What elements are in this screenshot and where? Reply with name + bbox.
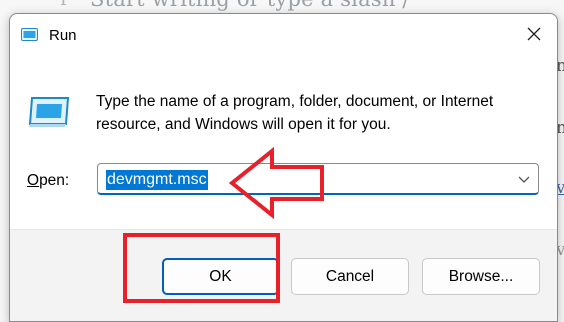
close-icon (527, 27, 541, 41)
dialog-title: Run (49, 27, 77, 44)
open-label-accelerator: O (27, 172, 40, 189)
open-input-value[interactable]: devmgmt.msc (106, 170, 208, 190)
button-bar: OK Cancel Browse... (10, 229, 557, 321)
chevron-down-icon[interactable] (518, 174, 530, 184)
open-label: Open: (27, 172, 69, 190)
dialog-description: Type the name of a program, folder, docu… (96, 93, 494, 133)
left-arrow-annotation-icon (228, 147, 324, 219)
ok-highlight-annotation (123, 233, 280, 303)
open-label-text: pen: (39, 172, 70, 189)
run-icon (28, 97, 70, 127)
close-button[interactable] (511, 14, 557, 54)
cancel-button[interactable]: Cancel (291, 258, 409, 295)
editor-placeholder: Start writing or type a slash / (90, 0, 410, 11)
browse-button[interactable]: Browse... (422, 258, 540, 295)
title-bar[interactable]: Run (10, 14, 557, 56)
run-app-icon (21, 28, 38, 41)
paragraph-marker: P (60, 0, 72, 10)
